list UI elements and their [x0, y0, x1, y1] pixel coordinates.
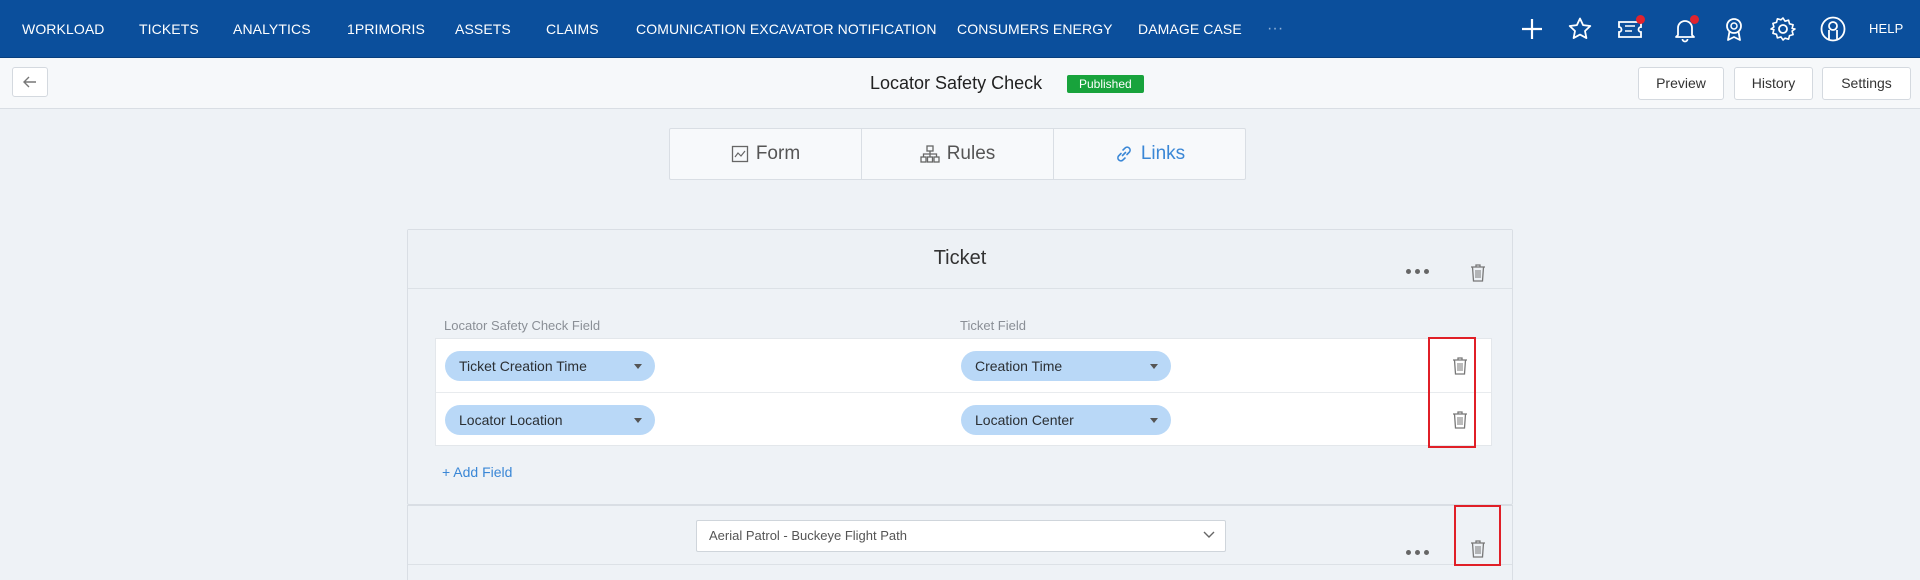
- tab-rules[interactable]: Rules: [861, 129, 1053, 179]
- target-field-select[interactable]: Creation Time: [961, 351, 1171, 381]
- trash-icon[interactable]: [1450, 408, 1470, 430]
- settings-button[interactable]: Settings: [1822, 67, 1911, 100]
- form-icon: [731, 145, 748, 163]
- nav-consumers-energy[interactable]: CONSUMERS ENERGY: [957, 0, 1113, 58]
- aerial-patrol-link-card: Aerial Patrol - Buckeye Flight Path: [407, 505, 1513, 580]
- gear-icon[interactable]: [1768, 14, 1798, 44]
- link-target-value: Aerial Patrol - Buckeye Flight Path: [709, 528, 907, 543]
- back-button[interactable]: [12, 67, 48, 97]
- card-divider: [408, 564, 1512, 565]
- column-header-right: Ticket Field: [960, 318, 1026, 333]
- history-button[interactable]: History: [1734, 67, 1813, 100]
- nav-comunication-excavator-notification[interactable]: COMUNICATION EXCAVATOR NOTIFICATION: [636, 0, 937, 58]
- tab-links[interactable]: Links: [1053, 129, 1245, 179]
- field-mapping-row: Locator Location Location Center: [436, 392, 1491, 445]
- add-field-link[interactable]: + Add Field: [442, 464, 512, 480]
- field-mapping-row: Ticket Creation Time Creation Time: [436, 339, 1491, 392]
- more-options-icon[interactable]: [1406, 547, 1434, 557]
- trash-icon[interactable]: [1468, 261, 1488, 283]
- editor-tabs: Form Rules Links: [669, 128, 1246, 180]
- link-icon: [1116, 146, 1131, 162]
- nav-help[interactable]: HELP: [1869, 0, 1903, 58]
- nav-analytics[interactable]: ANALYTICS: [233, 0, 311, 58]
- user-icon[interactable]: [1818, 14, 1848, 44]
- field-mapping-list: Ticket Creation Time Creation Time Locat…: [435, 338, 1492, 446]
- column-header-left: Locator Safety Check Field: [444, 318, 601, 333]
- rules-icon: [920, 145, 940, 163]
- plus-icon[interactable]: [1517, 14, 1547, 44]
- nav-assets[interactable]: ASSETS: [455, 0, 511, 58]
- source-field-select[interactable]: Locator Location: [445, 405, 655, 435]
- caret-down-icon: [634, 364, 642, 369]
- arrow-left-icon: [23, 76, 36, 88]
- tab-form[interactable]: Form: [670, 129, 861, 179]
- source-field-value: Locator Location: [459, 412, 563, 428]
- more-options-icon[interactable]: [1406, 266, 1434, 276]
- preview-button[interactable]: Preview: [1638, 67, 1724, 100]
- card-title: Ticket: [933, 247, 987, 269]
- award-icon[interactable]: [1719, 14, 1749, 44]
- status-badge: Published: [1067, 75, 1144, 93]
- nav-claims[interactable]: CLAIMS: [546, 0, 599, 58]
- target-field-value: Creation Time: [975, 358, 1063, 374]
- nav-1primoris[interactable]: 1PRIMORIS: [347, 0, 425, 58]
- ticket-link-card: Ticket Locator Safety Check Field Ticket…: [407, 229, 1513, 505]
- nav-more-menu[interactable]: ···: [1267, 0, 1283, 58]
- title-bar: Locator Safety Check Published Preview H…: [0, 58, 1920, 109]
- tab-links-label: Links: [1140, 143, 1186, 164]
- source-field-value: Ticket Creation Time: [459, 358, 587, 374]
- source-field-select[interactable]: Ticket Creation Time: [445, 351, 655, 381]
- tab-rules-label: Rules: [946, 143, 996, 164]
- notification-dot: [1636, 15, 1645, 24]
- tab-form-label: Form: [755, 143, 801, 164]
- notification-dot: [1690, 15, 1699, 24]
- trash-icon[interactable]: [1450, 354, 1470, 376]
- star-icon[interactable]: [1565, 14, 1595, 44]
- target-field-select[interactable]: Location Center: [961, 405, 1171, 435]
- target-field-value: Location Center: [975, 412, 1074, 428]
- caret-down-icon: [1150, 418, 1158, 423]
- nav-tickets[interactable]: TICKETS: [139, 0, 199, 58]
- top-navigation: WORKLOAD TICKETS ANALYTICS 1PRIMORIS ASS…: [0, 0, 1920, 58]
- trash-icon[interactable]: [1468, 537, 1488, 559]
- page-title: Locator Safety Check: [870, 73, 1043, 93]
- link-target-select[interactable]: Aerial Patrol - Buckeye Flight Path: [696, 520, 1226, 552]
- caret-down-icon: [1150, 364, 1158, 369]
- card-header: Ticket: [408, 230, 1512, 289]
- caret-down-icon: [634, 418, 642, 423]
- nav-damage-case[interactable]: DAMAGE CASE: [1138, 0, 1242, 58]
- chevron-down-icon: [1203, 531, 1215, 538]
- nav-workload[interactable]: WORKLOAD: [22, 0, 104, 58]
